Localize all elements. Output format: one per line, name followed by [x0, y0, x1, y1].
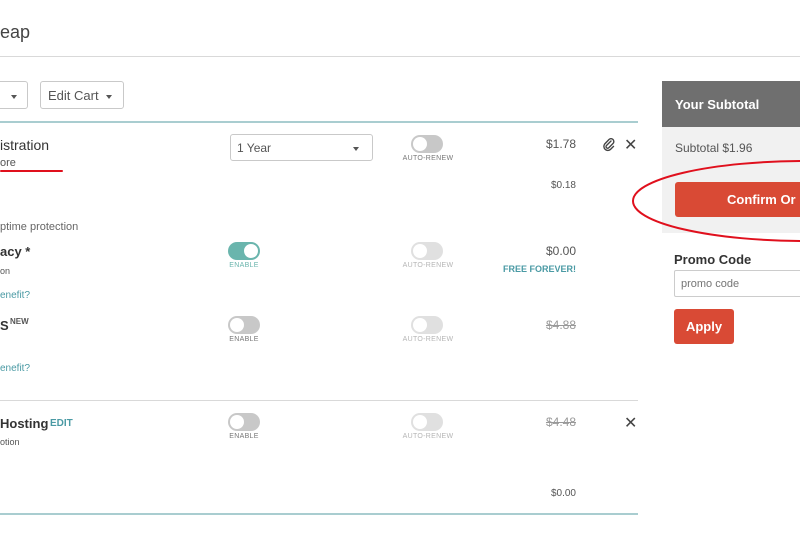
hosting-edit-link[interactable]: EDIT: [50, 418, 73, 429]
page-title: eap: [0, 22, 31, 42]
privacy-enable-toggle[interactable]: [228, 242, 260, 260]
domain-item-title: istration: [0, 137, 50, 153]
privacy-item-title: acy *: [0, 244, 31, 259]
subtotal-value: Subtotal $1.96: [675, 141, 753, 155]
term-select-value: 1 Year: [237, 141, 272, 155]
enable-label: ENABLE: [229, 433, 259, 440]
domain-item-subtitle: ore: [0, 157, 16, 169]
promo-code-title: Promo Code: [674, 252, 752, 267]
auto-renew-label: AUTO-RENEW: [402, 433, 454, 440]
privacy-item-subtitle: on: [0, 266, 11, 276]
chevron-down-icon: [11, 95, 17, 99]
enable-label: ENABLE: [229, 262, 259, 269]
annotation-circle: [632, 160, 800, 242]
dns-benefit-link[interactable]: enefit?: [0, 363, 30, 374]
privacy-benefit-link[interactable]: enefit?: [0, 290, 30, 301]
privacy-auto-renew-toggle[interactable]: [411, 242, 443, 260]
hosting-price: $4.48: [545, 415, 576, 429]
header-divider: [0, 56, 800, 57]
free-forever-badge: FREE FOREVER!: [502, 264, 576, 274]
remove-domain-icon[interactable]: ✕: [624, 138, 637, 154]
new-badge: NEW: [10, 317, 29, 326]
paperclip-icon[interactable]: [602, 137, 616, 152]
annotation-underline: [0, 170, 63, 172]
domain-subprice: $0.18: [550, 180, 576, 191]
domain-price: $1.78: [545, 137, 576, 151]
hosting-item-title: Hosting: [0, 416, 49, 431]
hosting-item-subtitle: otion: [0, 437, 20, 447]
uptime-protection-label: ptime protection: [0, 221, 79, 233]
chevron-down-icon: [353, 147, 359, 151]
cart-options-dropdown[interactable]: [0, 81, 28, 109]
term-select[interactable]: 1 Year: [230, 134, 373, 161]
edit-cart-dropdown[interactable]: Edit Cart: [40, 81, 124, 109]
edit-cart-label: Edit Cart: [48, 88, 99, 103]
dns-item-title: S: [0, 318, 9, 333]
enable-label: ENABLE: [229, 336, 259, 343]
promo-code-input[interactable]: [674, 270, 800, 297]
dns-price: $4.88: [545, 318, 576, 332]
dns-auto-renew-toggle[interactable]: [411, 316, 443, 334]
apply-button[interactable]: Apply: [674, 309, 734, 344]
privacy-price: $0.00: [545, 244, 576, 258]
chevron-down-icon: [106, 95, 112, 99]
hosting-enable-toggle[interactable]: [228, 413, 260, 431]
remove-hosting-icon[interactable]: ✕: [624, 416, 637, 432]
hosting-subprice: $0.00: [550, 488, 576, 499]
cart-top-border: [0, 121, 638, 123]
auto-renew-label: AUTO-RENEW: [402, 262, 454, 269]
your-subtotal-heading: Your Subtotal: [675, 97, 760, 112]
hosting-divider: [0, 400, 638, 401]
auto-renew-label: AUTO-RENEW: [402, 336, 454, 343]
hosting-auto-renew-toggle[interactable]: [411, 413, 443, 431]
cart-bottom-border: [0, 513, 638, 515]
dns-enable-toggle[interactable]: [228, 316, 260, 334]
auto-renew-label: AUTO-RENEW: [402, 155, 454, 162]
apply-label: Apply: [685, 319, 723, 334]
domain-auto-renew-toggle[interactable]: [411, 135, 443, 153]
